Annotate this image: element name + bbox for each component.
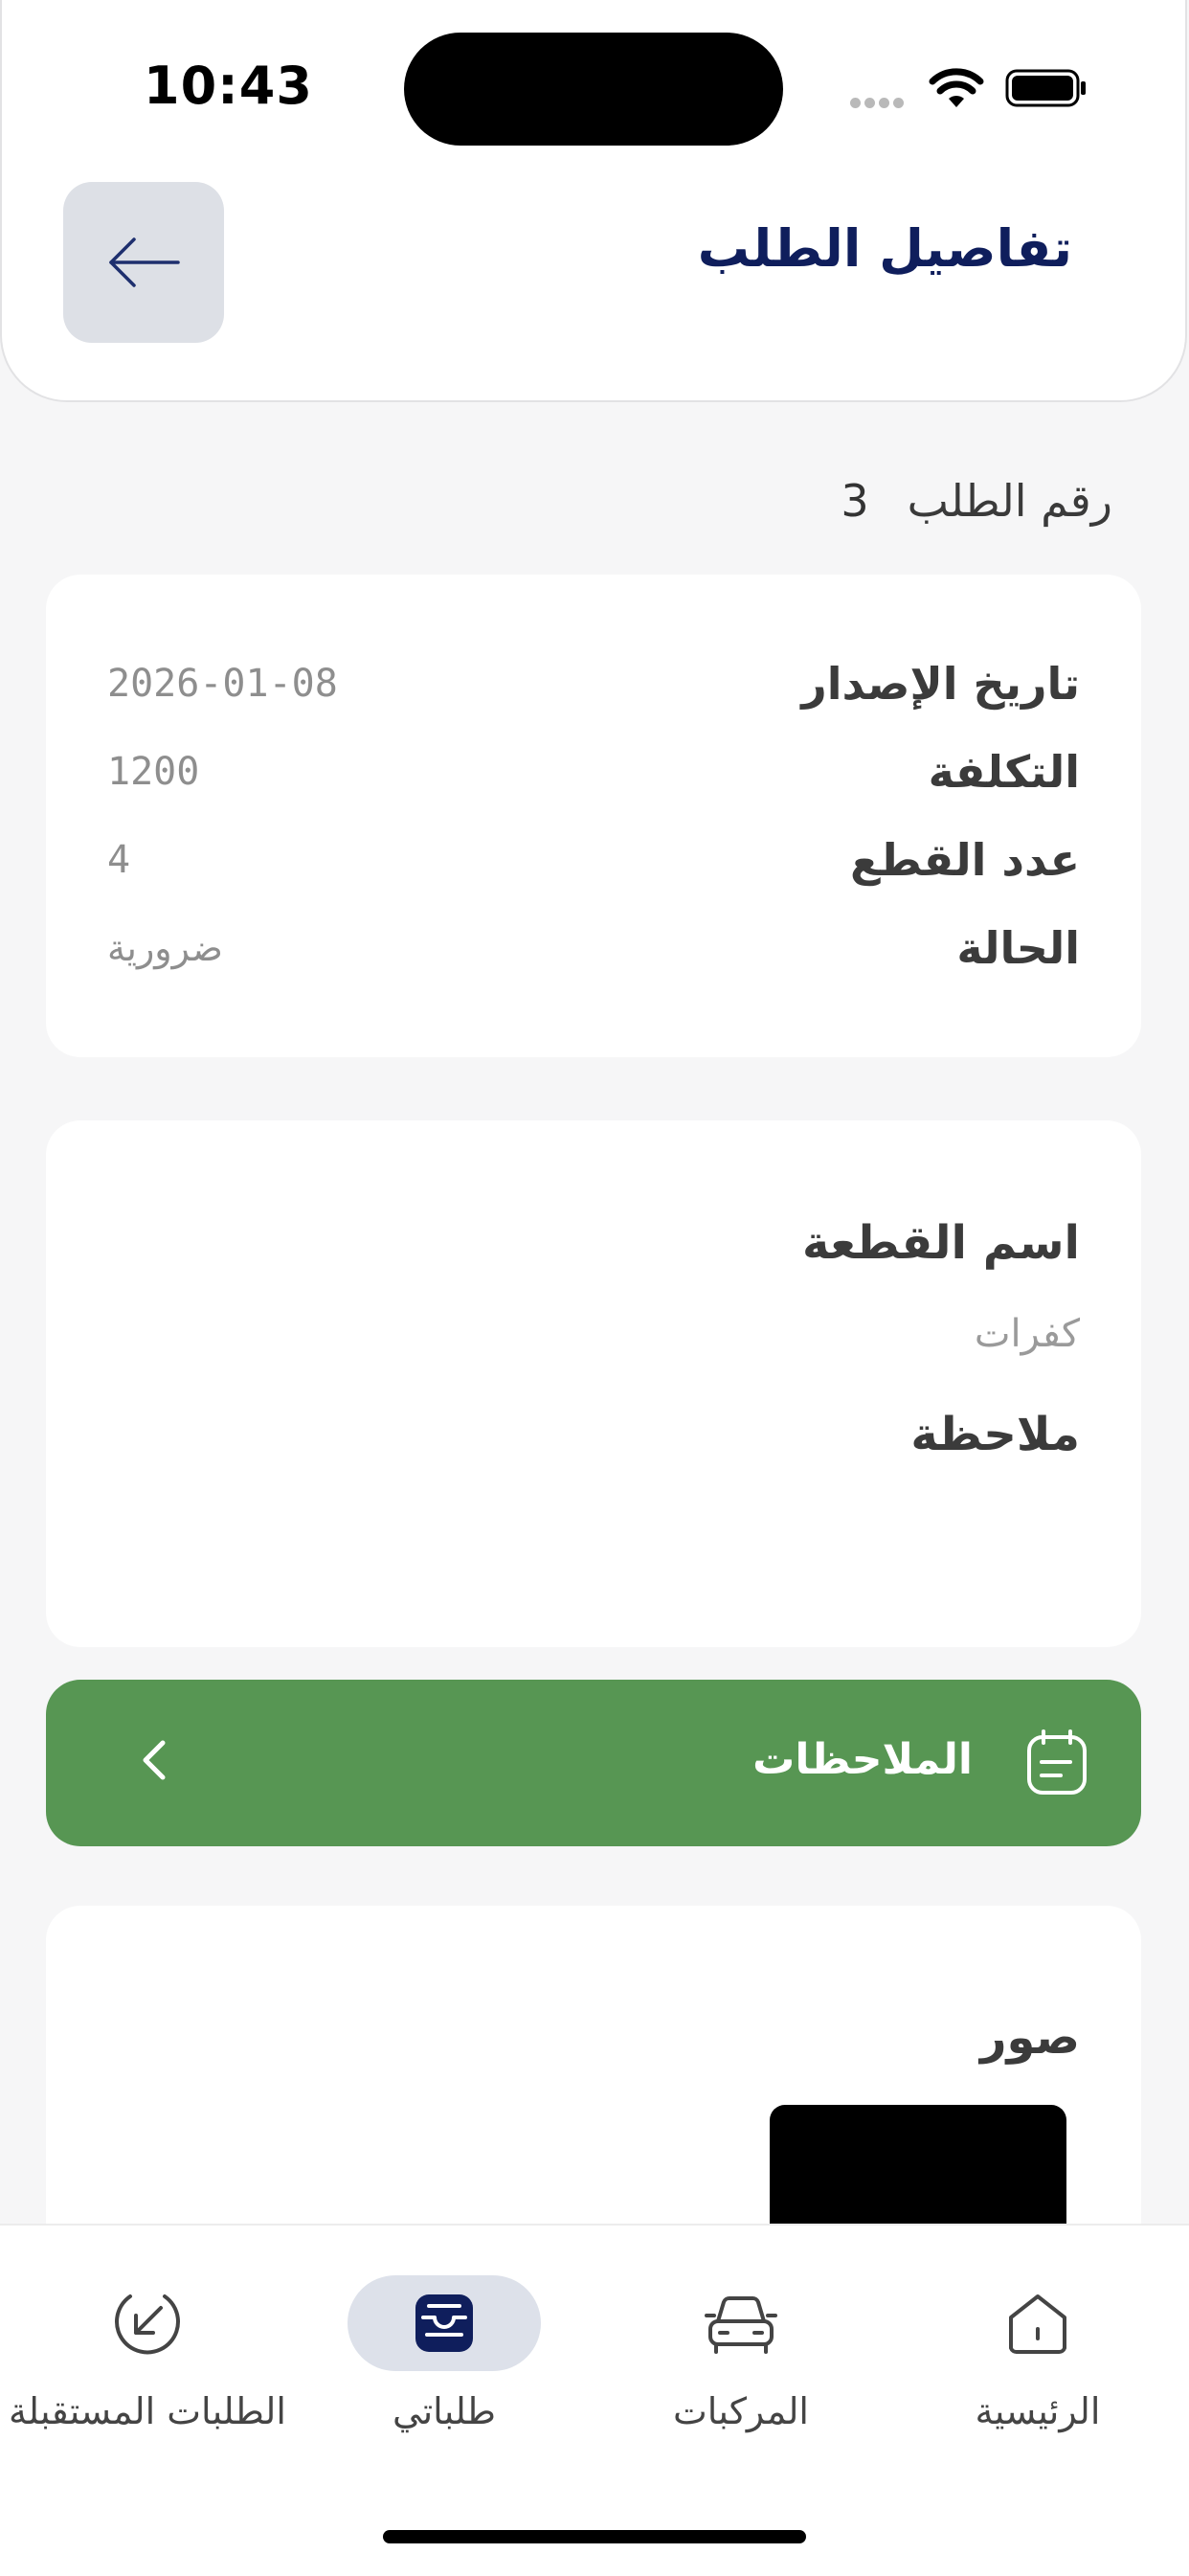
nav-label-my-orders: طلباتي (392, 2390, 497, 2432)
parts-count-value: 4 (107, 838, 131, 882)
arrow-left-icon (109, 237, 180, 287)
dynamic-island (404, 33, 783, 146)
back-button[interactable] (63, 182, 224, 343)
nav-item-my-orders[interactable]: طلباتي (301, 2275, 588, 2432)
nav-label-vehicles: المركبات (673, 2390, 809, 2432)
inbox-icon (415, 2294, 473, 2352)
parts-count-label: عدد القطع (850, 834, 1080, 886)
status-label: الحالة (956, 922, 1080, 974)
notes-icon (1027, 1729, 1087, 1795)
chevron-left-icon (143, 1740, 166, 1780)
incoming-arrow-icon (115, 2294, 180, 2355)
issue-date-label: تاريخ الإصدار (801, 658, 1080, 710)
note-label: ملاحظة (910, 1408, 1080, 1461)
car-icon (705, 2296, 777, 2354)
part-card: اسم القطعة كفرات ملاحظة (46, 1120, 1141, 1647)
cost-row: 1200 التكلفة (107, 743, 1080, 801)
home-indicator (383, 2530, 806, 2543)
part-name-label: اسم القطعة (802, 1216, 1080, 1270)
part-name-value: كفرات (974, 1312, 1080, 1356)
issue-date-row: 2026-01-08 تاريخ الإصدار (107, 655, 1080, 712)
nav-label-home: الرئيسية (975, 2390, 1101, 2432)
cost-value: 1200 (107, 750, 200, 794)
page-title: تفاصيل الطلب (697, 218, 1072, 279)
home-icon (1009, 2294, 1066, 2354)
signal-icon (850, 94, 908, 112)
cost-label: التكلفة (928, 746, 1080, 798)
order-info-card: 2026-01-08 تاريخ الإصدار 1200 التكلفة 4 … (46, 575, 1141, 1057)
status-value: ضرورية (107, 927, 223, 969)
parts-count-row: 4 عدد القطع (107, 831, 1080, 889)
battery-icon (1005, 69, 1086, 107)
nav-label-incoming-orders: الطلبات المستقبلة (9, 2390, 286, 2432)
nav-item-vehicles[interactable]: المركبات (597, 2275, 885, 2432)
order-number-row: رقم الطلب 3 (841, 475, 1112, 527)
notes-button[interactable]: الملاحظات (46, 1680, 1141, 1846)
status-row: ضرورية الحالة (107, 919, 1080, 977)
notes-button-label: الملاحظات (752, 1735, 973, 1784)
wifi-icon (929, 68, 984, 107)
nav-item-home[interactable]: الرئيسية (894, 2275, 1181, 2432)
photos-title: صور (979, 2011, 1080, 2065)
status-time: 10:43 (144, 56, 313, 116)
bottom-nav: الرئيسية المركبات طلباتي الطلبات المستقب… (0, 2224, 1189, 2576)
nav-item-incoming-orders[interactable]: الطلبات المستقبلة (4, 2275, 291, 2432)
order-number-value: 3 (841, 475, 869, 527)
issue-date-value: 2026-01-08 (107, 662, 338, 706)
order-number-label: رقم الطلب (907, 475, 1112, 527)
